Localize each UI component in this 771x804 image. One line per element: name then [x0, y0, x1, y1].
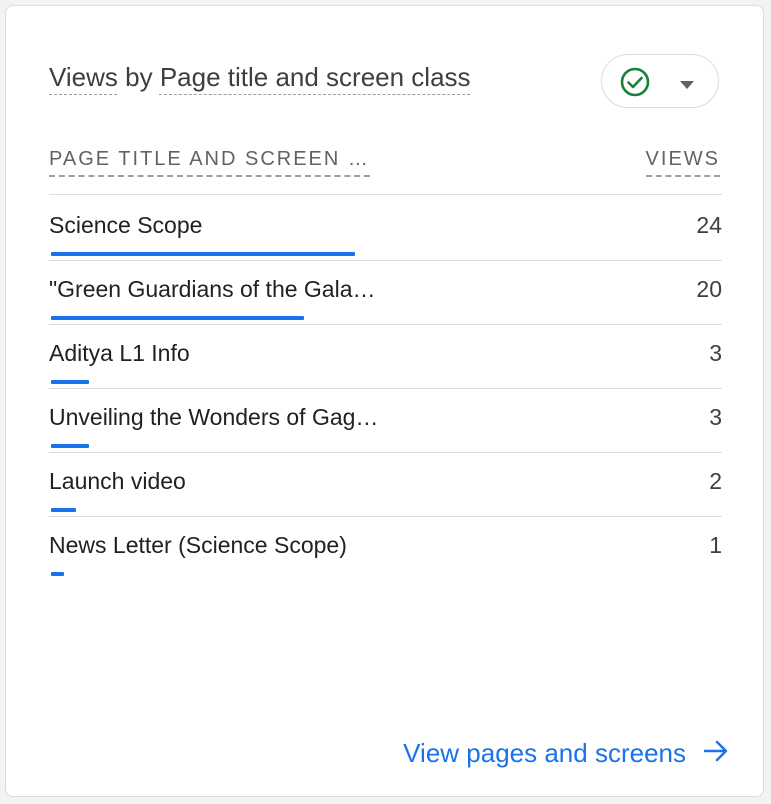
- card-title: Views by Page title and screen class: [49, 62, 471, 93]
- row-bar: [51, 252, 355, 256]
- metric-selector[interactable]: Views: [49, 62, 118, 92]
- column-header-page-title[interactable]: PAGE TITLE AND SCREEN …: [49, 148, 370, 177]
- dimension-selector[interactable]: Page title and screen class: [160, 62, 471, 92]
- table-row[interactable]: Aditya L1 Info 3: [49, 324, 722, 388]
- header-divider: [49, 194, 722, 195]
- table-row[interactable]: Unveiling the Wonders of Gag… 3: [49, 388, 722, 452]
- row-label: Unveiling the Wonders of Gag…: [49, 404, 379, 430]
- row-value: 24: [696, 212, 722, 238]
- view-pages-and-screens-link[interactable]: View pages and screens: [403, 738, 728, 769]
- views-by-page-card: Views by Page title and screen class PAG…: [5, 5, 764, 797]
- comparison-filter-button[interactable]: [601, 54, 719, 108]
- row-bar: [51, 508, 76, 512]
- table-row[interactable]: Launch video 2: [49, 452, 722, 516]
- row-bar: [51, 380, 89, 384]
- table-row[interactable]: Science Scope 24: [49, 196, 722, 260]
- row-bar: [51, 572, 64, 576]
- row-value: 20: [696, 276, 722, 302]
- row-value: 2: [709, 468, 722, 494]
- arrow-right-icon: [703, 738, 728, 769]
- column-header-views[interactable]: VIEWS: [645, 148, 720, 177]
- row-bar: [51, 444, 89, 448]
- caret-down-icon: [680, 77, 694, 95]
- table-row[interactable]: News Letter (Science Scope) 1: [49, 516, 722, 580]
- row-value: 3: [709, 340, 722, 366]
- table-row[interactable]: "Green Guardians of the Gala… 20: [49, 260, 722, 324]
- title-by-text: by: [117, 62, 160, 92]
- check-circle-icon: [620, 67, 650, 102]
- row-value: 1: [709, 532, 722, 558]
- footer-link-label: View pages and screens: [403, 738, 686, 768]
- row-label: Launch video: [49, 468, 186, 494]
- row-label: Aditya L1 Info: [49, 340, 190, 366]
- row-label: "Green Guardians of the Gala…: [49, 276, 376, 302]
- row-bar: [51, 316, 304, 320]
- row-label: Science Scope: [49, 212, 203, 238]
- row-value: 3: [709, 404, 722, 430]
- row-label: News Letter (Science Scope): [49, 532, 347, 558]
